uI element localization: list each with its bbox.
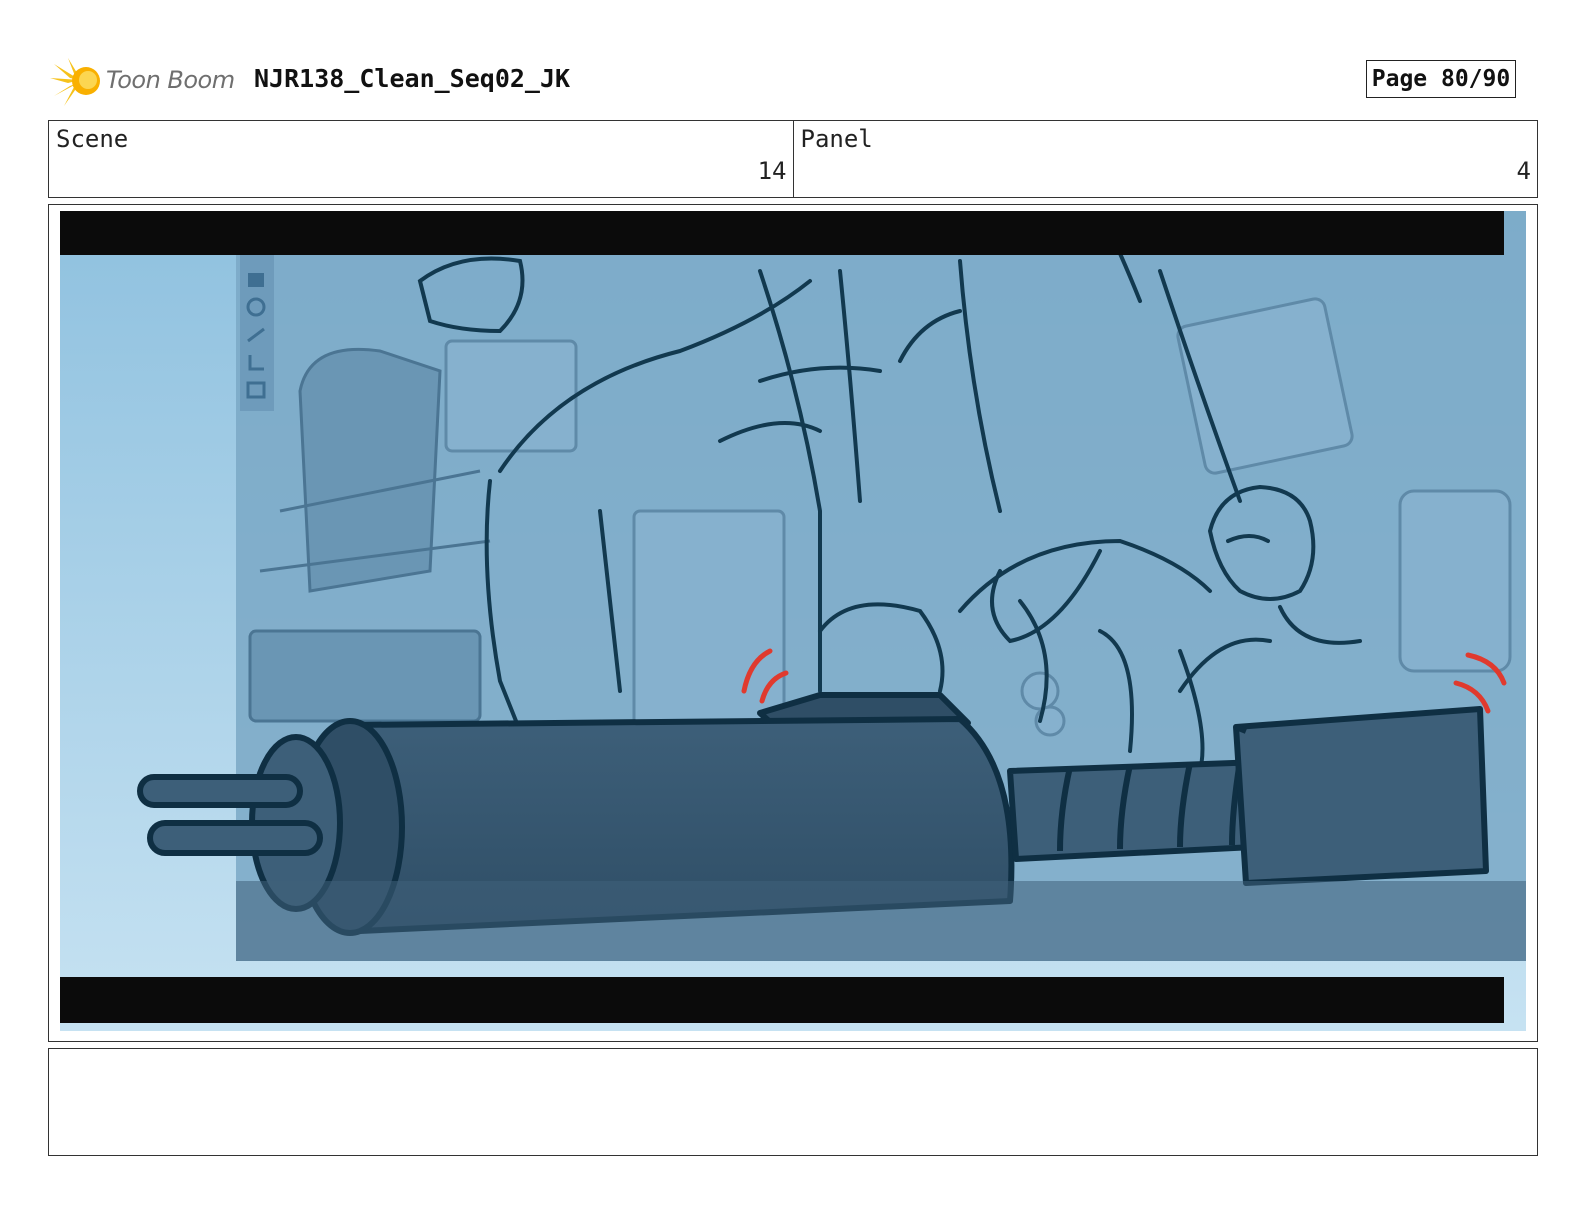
scene-label: Scene <box>56 125 129 153</box>
letterbox-bottom <box>60 977 1504 1023</box>
panel-notes <box>48 1048 1538 1156</box>
toon-boom-logo: Toon Boom <box>50 56 240 108</box>
sunburst-logo-icon <box>50 58 100 106</box>
page-indicator: Page 80/90 <box>1366 60 1516 98</box>
project-title: NJR138_Clean_Seq02_JK <box>254 64 571 93</box>
letterbox-top <box>60 211 1504 255</box>
scene-panel-info: Scene 14 Panel 4 <box>48 120 1538 198</box>
page-header: Toon Boom NJR138_Clean_Seq02_JK Page 80/… <box>48 52 1538 108</box>
panel-label: Panel <box>800 125 873 153</box>
floor-shadow <box>236 881 1526 961</box>
tool-strip <box>240 251 274 411</box>
storyboard-panel <box>48 204 1538 1042</box>
logo-text: Toon Boom <box>106 66 235 94</box>
panel-drawing <box>60 211 1526 1031</box>
panel-cell: Panel 4 <box>792 121 1538 197</box>
scene-cell: Scene 14 <box>49 121 793 197</box>
scene-number: 14 <box>757 157 787 185</box>
panel-number: 4 <box>1516 157 1531 185</box>
